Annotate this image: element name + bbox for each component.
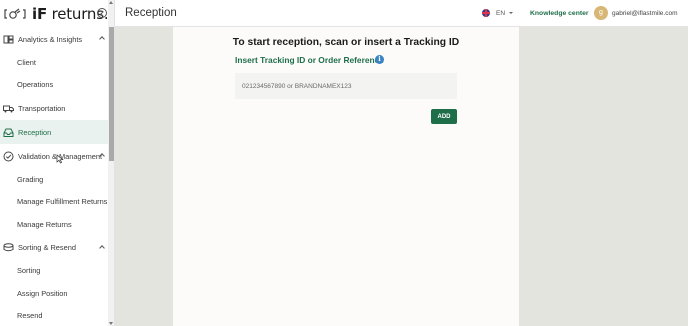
info-icon[interactable]: i [375, 55, 384, 64]
sidebar-item-label: Grading [17, 174, 44, 184]
sidebar-item-label: Reception [18, 127, 52, 137]
sidebar-item-label: Sorting [17, 266, 41, 276]
sidebar-item-label: Assign Position [17, 288, 68, 298]
chevron-up-icon[interactable] [99, 36, 105, 42]
sidebar-scroll-thumb[interactable] [108, 27, 114, 161]
sidebar-item-client[interactable]: Client [0, 51, 114, 74]
knowledge-center-link[interactable]: Knowledge center [530, 10, 589, 17]
page-title: Reception [125, 7, 177, 19]
sidebar-item-label: Resend [17, 311, 43, 321]
sidebar-item-sorting[interactable]: Sorting [0, 260, 114, 283]
tracking-id-input[interactable] [235, 73, 457, 99]
collapse-sidebar-icon[interactable] [97, 8, 107, 18]
sidebar-item-manage-fulfillment-returns[interactable]: Manage Fulfillment Returns [0, 191, 114, 214]
sidebar-scrollbar[interactable] [108, 0, 114, 326]
sidebar-item-reception[interactable]: Reception [0, 120, 114, 144]
sidebar-item-assign-position[interactable]: Assign Position [0, 282, 114, 305]
sidebar-item-manage-returns[interactable]: Manage Returns [0, 213, 114, 236]
sidebar-item-label: Sorting & Resend [18, 243, 76, 252]
sidebar-item-analytics-insights[interactable]: Analytics & Insights [0, 27, 114, 51]
sidebar-item-label: Manage Returns [17, 219, 72, 229]
reception-heading: To start reception, scan or insert a Tra… [232, 37, 460, 48]
sidebar-item-label: Manage Fulfillment Returns [17, 197, 108, 207]
sidebar-nav: Analytics & Insights Client Operations T… [0, 27, 114, 326]
scroll-down-arrow-icon[interactable] [109, 322, 113, 325]
reception-panel: To start reception, scan or insert a Tra… [173, 27, 519, 326]
truck-icon [3, 103, 14, 114]
sidebar-item-label: Analytics & Insights [18, 34, 83, 44]
sidebar-item-grading[interactable]: Grading [0, 168, 114, 191]
chevron-up-icon[interactable] [99, 244, 105, 251]
analytics-icon [3, 34, 14, 45]
sidebar-item-resend[interactable]: Resend [0, 305, 114, 326]
language-label: EN [496, 9, 506, 17]
tracking-input-label: Insert Tracking ID or Order Reference [235, 55, 384, 65]
logo[interactable]: iF returns. [0, 0, 114, 27]
language-selector[interactable]: EN [482, 9, 514, 17]
sidebar-item-sorting-resend[interactable]: Sorting & Resend [0, 236, 114, 260]
avatar[interactable]: g [594, 6, 608, 20]
sidebar-item-operations[interactable]: Operations [0, 74, 114, 97]
user-email[interactable]: gabriel@iflastmile.com [612, 10, 677, 17]
check-circle-icon [3, 151, 14, 162]
logo-mark-icon [4, 6, 26, 22]
sidebar-item-label: Transportation [18, 103, 66, 113]
scroll-up-arrow-icon[interactable] [109, 1, 113, 4]
add-button[interactable]: ADD [431, 109, 457, 124]
top-bar: Reception EN Knowledge center g gabriel@… [115, 0, 688, 27]
chevron-down-icon [509, 12, 514, 14]
sidebar-item-label: Client [17, 57, 36, 67]
stack-icon [3, 242, 14, 253]
sidebar-item-transportation[interactable]: Transportation [0, 96, 114, 120]
sidebar-item-label: Operations [17, 80, 54, 90]
uk-flag-icon [482, 9, 490, 17]
inbox-icon [3, 127, 14, 138]
